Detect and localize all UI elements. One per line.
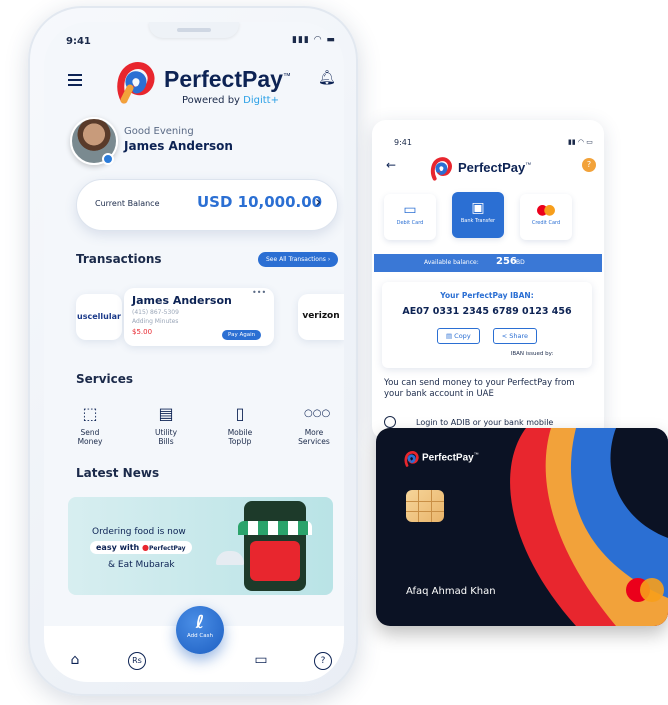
card-brand: PerfectPay™	[422, 452, 479, 464]
available-balance-bar: Available balance: 256 BD	[374, 254, 602, 272]
debit-card-icon: ▭	[403, 202, 417, 218]
iban-number: AE07 0331 2345 6789 0123 456	[402, 306, 572, 317]
perfectpay-logo-icon-2	[430, 157, 452, 181]
transaction-desc: Adding Minutes	[132, 318, 179, 325]
help-icon[interactable]: ?	[314, 652, 332, 670]
perfectpay-credit-card: PerfectPay™ Afaq Ahmad Khan	[376, 428, 668, 626]
transactions-title: Transactions	[76, 252, 162, 266]
share-button[interactable]: < Share	[492, 328, 538, 344]
home-icon[interactable]: ⌂	[64, 652, 86, 668]
iban-issued: IBAN issued by:	[510, 351, 554, 357]
copy-button[interactable]: ▤ Copy	[436, 328, 480, 344]
latest-news-title: Latest News	[76, 466, 160, 480]
credit-card-icon: ●●	[536, 202, 556, 218]
balance-amount: USD 10,000.00	[197, 193, 323, 211]
more-icon: ○○○	[304, 408, 331, 419]
card-chip-icon	[406, 490, 444, 522]
banner-line3: & Eat Mubarak	[108, 560, 175, 570]
mastercard-logo-icon-right	[640, 578, 664, 602]
mobile-topup-icon: ▯	[235, 404, 245, 423]
banner-line2: easy with ●PerfectPay	[90, 541, 192, 554]
services-title: Services	[76, 372, 134, 386]
greeting-salutation: Good Evening	[124, 126, 194, 137]
news-banner[interactable]: Ordering food is now easy with ●PerfectP…	[68, 497, 333, 595]
balance-label: Current Balance	[95, 199, 160, 208]
status-time-2: 9:41	[394, 138, 412, 147]
hamburger-icon[interactable]	[68, 74, 82, 86]
perfectpay-logo-icon-3	[404, 451, 419, 467]
add-cash-button[interactable]: ℓ Add Cash	[176, 606, 224, 654]
copy-icon: ▤	[445, 332, 453, 340]
back-arrow-icon[interactable]: ←	[386, 158, 396, 172]
service-utility-bills[interactable]: ▤ Utility Bills	[136, 404, 196, 446]
available-amount: 256	[496, 256, 517, 267]
tile-debit-card[interactable]: ▭ Debit Card	[384, 194, 436, 240]
uscellular-logo: uscellular	[76, 294, 122, 340]
step-text: Login to ADIB or your bank mobile	[416, 418, 554, 427]
banner-phone-illustration	[216, 501, 312, 591]
utility-bills-icon: ▤	[158, 404, 174, 423]
iban-title: Your PerfectPay IBAN:	[440, 291, 534, 300]
step-radio[interactable]	[384, 416, 396, 428]
brand-name-2: PerfectPay™	[458, 160, 532, 175]
verizon-logo: verizon	[298, 294, 344, 340]
transaction-phone: (415) 867-5309	[132, 309, 179, 316]
card-holder-name: Afaq Ahmad Khan	[406, 586, 496, 597]
tile-bank-transfer[interactable]: ▣ Bank Transfer	[452, 192, 504, 238]
powered-by: Powered by Digitt+	[182, 95, 279, 106]
more-options-icon[interactable]: •••	[252, 288, 266, 297]
bank-transfer-icon: ▣	[471, 200, 485, 216]
service-more[interactable]: ○○○ More Services	[284, 404, 344, 446]
online-dot	[102, 153, 114, 165]
phone-notch	[149, 22, 239, 38]
status-icons-2: ▮▮ ◠ ▭	[568, 138, 593, 146]
service-send-money[interactable]: ⬚ Send Money	[60, 404, 120, 446]
help-icon-2[interactable]: ?	[582, 158, 596, 172]
card-icon[interactable]: ▭	[250, 652, 272, 668]
send-money-icon: ⬚	[82, 404, 98, 423]
transaction-name: James Anderson	[132, 294, 232, 307]
transaction-item[interactable]: James Anderson ••• (415) 867-5309 Adding…	[124, 288, 274, 346]
transaction-amount: $5.00	[132, 328, 153, 336]
phone-screen-main: 9:41 ▮▮▮ ◠ ▬ PerfectPay™ Powered by Digi…	[44, 22, 344, 682]
service-mobile-topup[interactable]: ▯ Mobile TopUp	[210, 404, 270, 446]
see-all-transactions-button[interactable]: See All Transactions ›	[258, 252, 339, 267]
banner-line1: Ordering food is now	[92, 527, 186, 537]
status-icons: ▮▮▮ ◠ ▬	[292, 35, 336, 45]
current-balance-card[interactable]: Current Balance USD 10,000.00 ›	[76, 179, 338, 231]
tile-credit-card[interactable]: ●● Credit Card	[520, 194, 572, 240]
bell-icon[interactable]: 🔔︎	[318, 70, 336, 86]
brand-name: PerfectPay™	[164, 66, 291, 92]
iban-card: Your PerfectPay IBAN: AE07 0331 2345 678…	[382, 282, 592, 368]
chevron-right-icon: ›	[315, 192, 322, 211]
add-cash-icon: ℓ	[195, 612, 205, 633]
iban-info-text: You can send money to your PerfectPay fr…	[384, 378, 575, 399]
status-time: 9:41	[66, 36, 91, 47]
share-icon: <	[501, 332, 508, 340]
rupee-icon[interactable]: Rs	[128, 652, 146, 670]
phone-mockup-iban: 9:41 ▮▮ ◠ ▭ ← PerfectPay™ ? ▭ Debit Card…	[372, 120, 604, 440]
perfectpay-logo-icon	[117, 62, 155, 104]
greeting-name: James Anderson	[124, 139, 233, 153]
pay-again-button[interactable]: Pay Again	[222, 330, 262, 340]
